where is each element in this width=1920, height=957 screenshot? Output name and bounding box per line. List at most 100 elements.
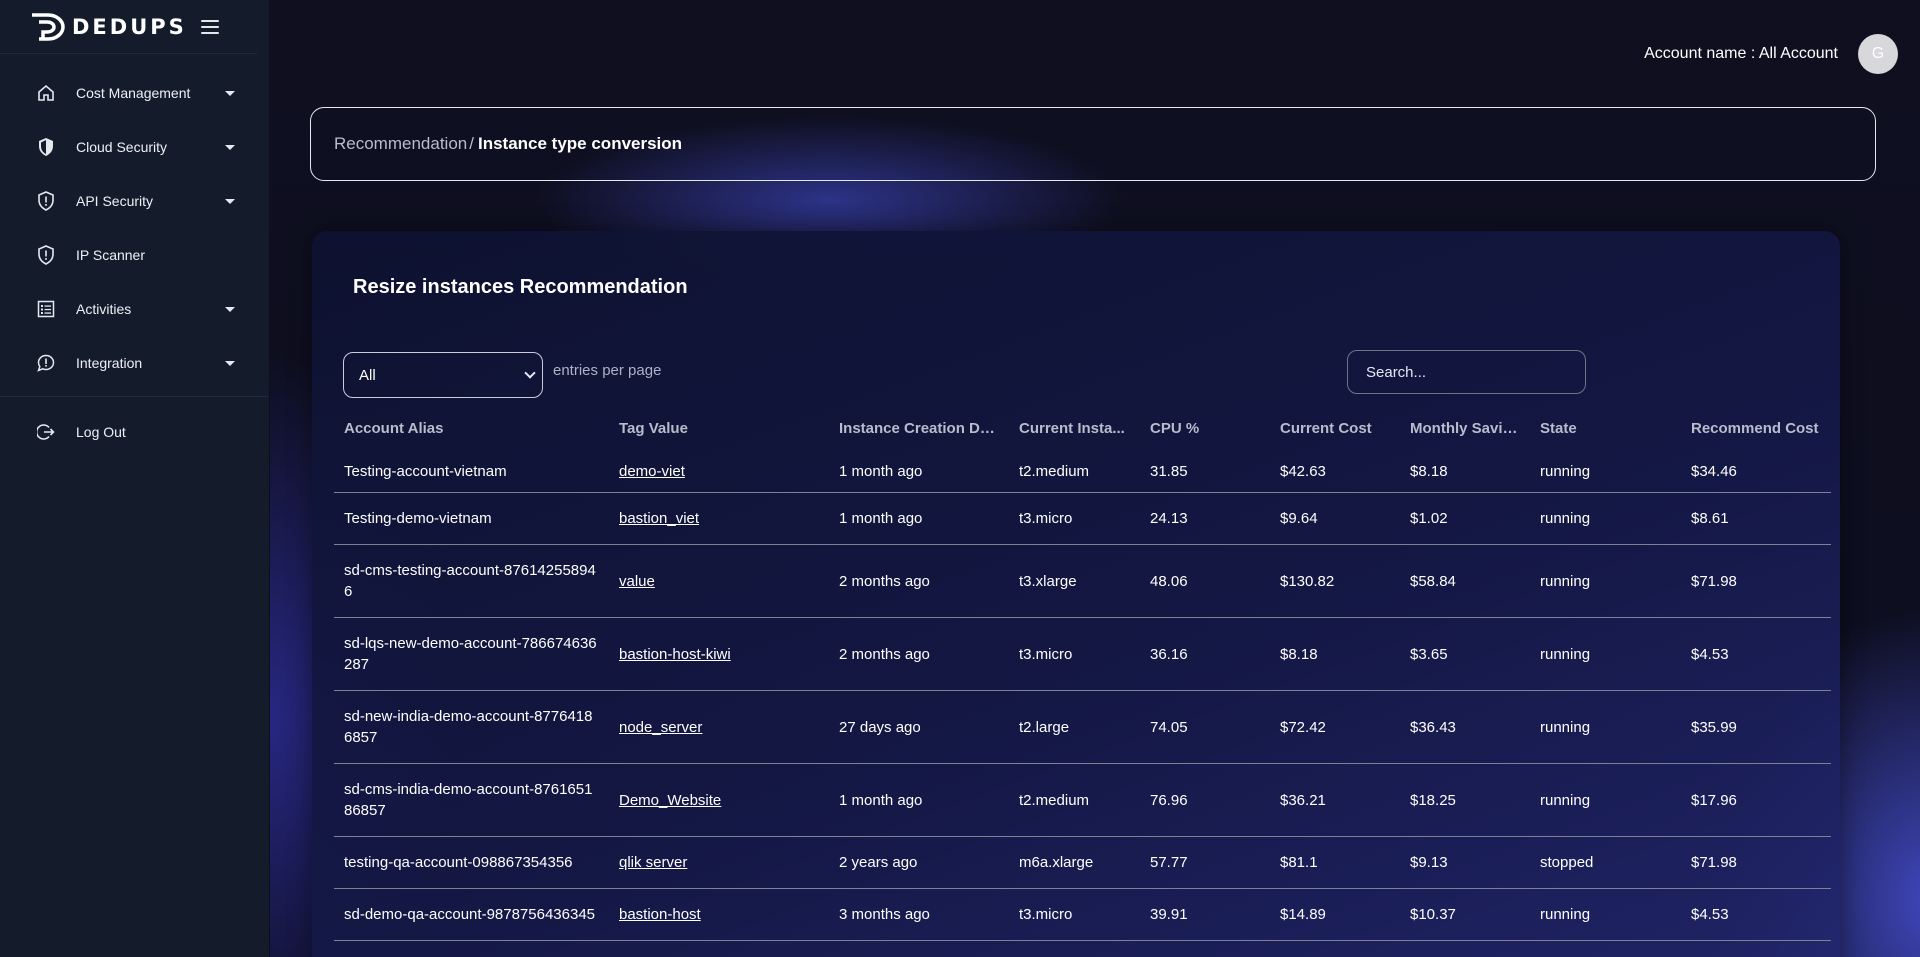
table-row: testing-qa-account-098867354356 qlik ser… <box>334 837 1831 889</box>
recommend-cost-cell: $35.99 <box>1691 718 1737 736</box>
entries-per-page-select[interactable]: All <box>343 352 543 398</box>
table-row: sd-new-india-demo-account-87764186857 no… <box>334 691 1831 764</box>
instance-type-cell: t3.xlarge <box>1019 572 1077 590</box>
recommendation-card: Resize instances Recommendation All entr… <box>312 231 1840 957</box>
chevron-down-icon <box>524 367 536 379</box>
current-cost-cell: $42.63 <box>1280 463 1326 480</box>
creation-date-cell: 3 months ago <box>839 906 930 923</box>
column-header[interactable]: Current Insta... <box>1009 418 1140 439</box>
recommend-cost-cell: $71.98 <box>1691 854 1737 871</box>
entries-select-value: All <box>359 366 376 384</box>
creation-date-cell: 2 months ago <box>839 572 930 590</box>
state-cell: running <box>1540 510 1591 527</box>
logout-button[interactable]: Log Out <box>0 405 269 459</box>
column-header[interactable]: Current Cost <box>1270 418 1400 439</box>
column-header[interactable]: Monthly Saving <box>1400 418 1530 439</box>
creation-date-cell: 2 years ago <box>839 854 918 871</box>
current-cost-cell: $14.89 <box>1280 906 1326 923</box>
instance-type-cell: t3.micro <box>1019 510 1073 527</box>
avatar[interactable]: G <box>1858 34 1898 74</box>
instance-type-cell: m6a.xlarge <box>1019 854 1094 871</box>
recommend-cost-cell: $8.61 <box>1691 510 1729 527</box>
table-header-row: Account Alias Tag Value Instance Creatio… <box>334 406 1831 451</box>
search-input[interactable]: Search... <box>1347 350 1586 394</box>
sidebar-item-label: Cost Management <box>76 85 191 101</box>
sidebar-item-label: Cloud Security <box>76 139 168 155</box>
instance-type-cell: t2.medium <box>1019 791 1090 809</box>
account-alias-cell: testing-qa-account-098867354356 <box>344 854 573 871</box>
logo-row: DEDUPS <box>0 0 257 54</box>
account-alias-cell: Testing-demo-vietnam <box>344 510 492 527</box>
cpu-cell: 57.77 <box>1150 854 1188 871</box>
tag-value-link[interactable]: bastion-host-kiwi <box>619 646 731 663</box>
sidebar-divider <box>0 396 269 397</box>
monthly-saving-cell: $58.84 <box>1410 572 1456 590</box>
sidebar-item-label: Integration <box>76 355 143 371</box>
recommend-cost-cell: $71.98 <box>1691 572 1737 590</box>
sidebar-item-ip-scanner[interactable]: IP Scanner <box>0 228 269 282</box>
column-header[interactable]: Account Alias <box>334 418 609 439</box>
state-cell: running <box>1540 718 1591 736</box>
sidebar-item-label: API Security <box>76 193 154 209</box>
caret-down-icon <box>225 360 235 366</box>
sidebar-item-api-security[interactable]: API Security <box>0 174 269 228</box>
cpu-cell: 36.16 <box>1150 645 1188 663</box>
main-content: Account name : All Account G Recommendat… <box>270 0 1920 957</box>
chat-alert-icon <box>36 353 56 373</box>
instance-type-cell: t2.medium <box>1019 463 1090 480</box>
creation-date-cell: 1 month ago <box>839 791 923 809</box>
shield-icon <box>36 137 56 157</box>
dedups-logo-icon <box>32 12 65 41</box>
column-header[interactable]: CPU % <box>1140 418 1270 439</box>
tag-value-link[interactable]: node_server <box>619 719 702 736</box>
account-alias-cell: sd-cms-testing-account-876142558946 <box>344 562 596 600</box>
logout-icon <box>36 422 56 442</box>
sidebar: DEDUPS Cost Management Cloud Security AP… <box>0 0 270 957</box>
recommend-cost-cell: $4.53 <box>1691 645 1729 663</box>
current-cost-cell: $130.82 <box>1280 572 1335 590</box>
current-cost-cell: $81.1 <box>1280 854 1318 871</box>
column-header[interactable]: Tag Value <box>609 418 829 439</box>
home-icon <box>36 83 56 103</box>
tag-value-link[interactable]: bastion_viet <box>619 510 699 527</box>
column-header[interactable]: State <box>1530 418 1681 439</box>
monthly-saving-cell: $8.18 <box>1410 463 1448 480</box>
breadcrumb: Recommendation / Instance type conversio… <box>310 107 1876 181</box>
monthly-saving-cell: $10.37 <box>1410 906 1456 923</box>
breadcrumb-parent[interactable]: Recommendation <box>334 134 467 154</box>
current-cost-cell: $8.18 <box>1280 645 1318 663</box>
account-alias-cell: sd-new-india-demo-account-87764186857 <box>344 708 593 746</box>
instance-type-cell: t3.micro <box>1019 906 1073 923</box>
state-cell: running <box>1540 791 1591 809</box>
monthly-saving-cell: $3.65 <box>1410 645 1448 663</box>
logo[interactable]: DEDUPS <box>30 12 187 42</box>
sidebar-item-integration[interactable]: Integration <box>0 336 269 390</box>
caret-down-icon <box>225 90 235 96</box>
shield-alert-icon <box>36 191 56 211</box>
cpu-cell: 48.06 <box>1150 572 1188 590</box>
tag-value-link[interactable]: demo-viet <box>619 463 685 480</box>
tag-value-link[interactable]: Demo_Website <box>619 792 721 809</box>
cpu-cell: 76.96 <box>1150 791 1188 809</box>
account-alias-cell: sd-cms-india-demo-account-876165186857 <box>344 781 593 819</box>
menu-toggle-icon[interactable] <box>201 19 219 34</box>
sidebar-item-activities[interactable]: Activities <box>0 282 269 336</box>
column-header[interactable]: Recommend Cost <box>1681 418 1831 439</box>
sidebar-nav: Cost Management Cloud Security API Secur… <box>0 54 269 459</box>
column-header[interactable]: Instance Creation Date <box>829 418 1009 439</box>
sidebar-item-cost-management[interactable]: Cost Management <box>0 66 269 120</box>
account-alias-cell: sd-lqs-new-demo-account-786674636287 <box>344 635 597 673</box>
tag-value-link[interactable]: qlik server <box>619 854 687 871</box>
table-row: Testing-demo-vietnam bastion_viet 1 mont… <box>334 493 1831 545</box>
breadcrumb-current: Instance type conversion <box>477 134 683 153</box>
recommendation-table: Account Alias Tag Value Instance Creatio… <box>334 406 1831 941</box>
tag-value-link[interactable]: value <box>619 573 655 590</box>
monthly-saving-cell: $1.02 <box>1410 510 1448 527</box>
breadcrumb-separator: / <box>469 134 474 153</box>
cpu-cell: 74.05 <box>1150 718 1188 736</box>
account-name-label: Account name : All Account <box>1644 45 1838 62</box>
tag-value-link[interactable]: bastion-host <box>619 906 701 923</box>
monthly-saving-cell: $9.13 <box>1410 854 1448 871</box>
sidebar-item-cloud-security[interactable]: Cloud Security <box>0 120 269 174</box>
shield-alert-icon <box>36 245 56 265</box>
